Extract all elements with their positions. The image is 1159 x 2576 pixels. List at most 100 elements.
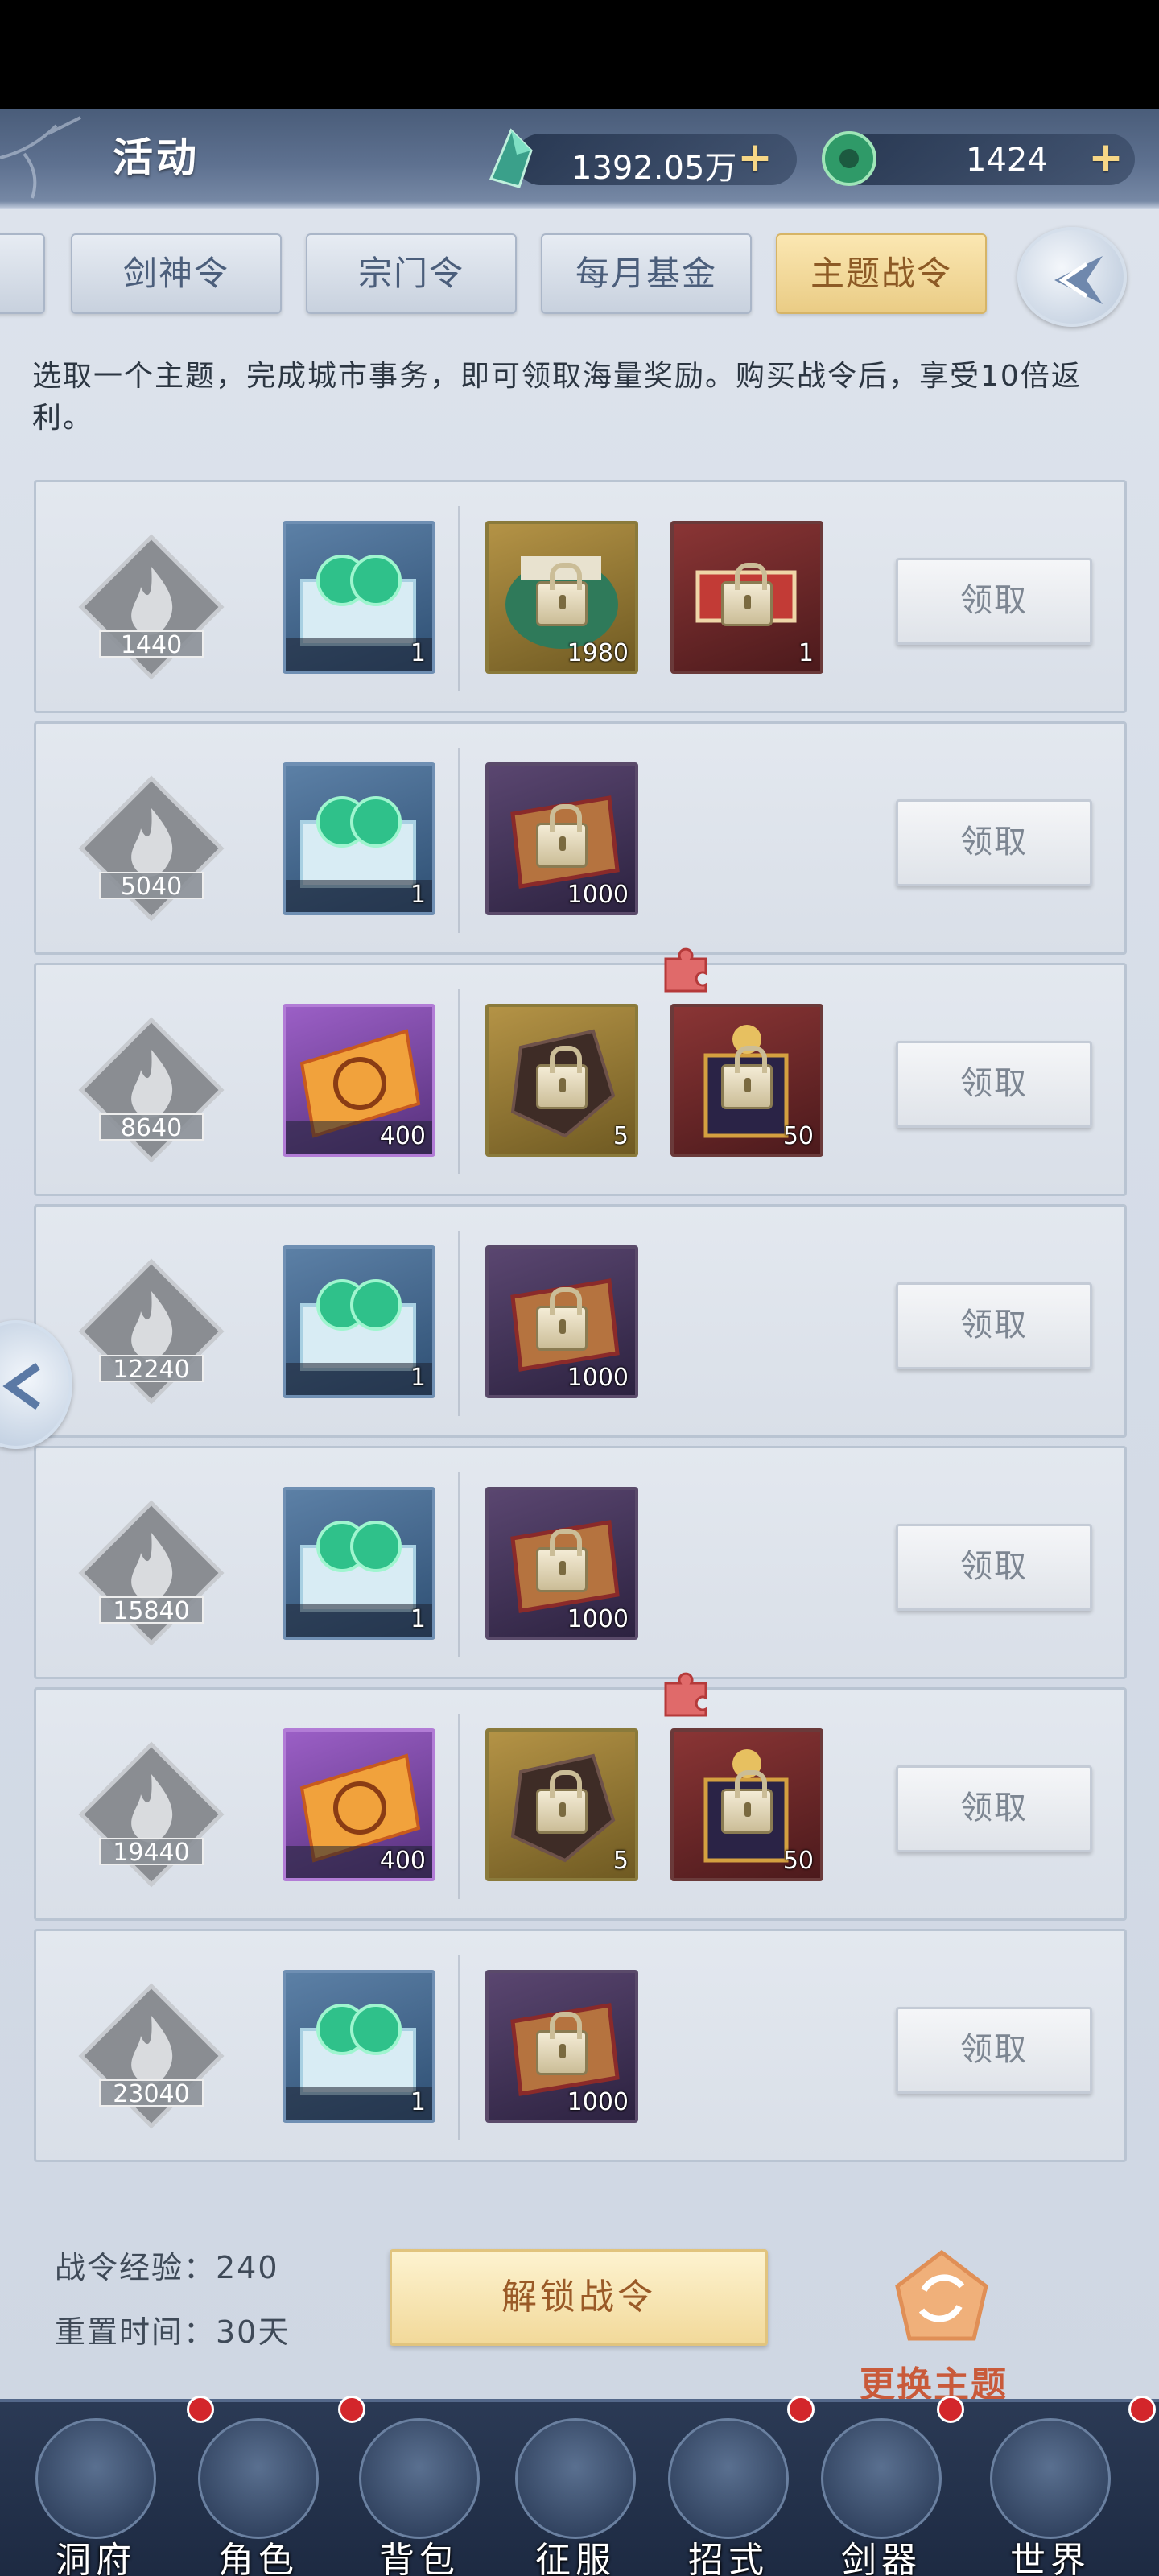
reward-item-free[interactable]: 400 [283, 1728, 435, 1881]
reward-item-premium[interactable]: 1000 [485, 1970, 638, 2123]
nav-label: 世界 [1010, 2540, 1091, 2576]
activity-panel: 剑神令 宗门令 每月基金 主题战令 选取一个主题，完成城市事务，即可领取海量奖励… [0, 209, 1159, 2399]
reward-row: 8640 400 5 50 领取 [34, 947, 1127, 1196]
jade-crystal-icon [489, 128, 533, 188]
exp-threshold-value: 5040 [99, 872, 204, 901]
flame-diamond-icon [78, 1741, 225, 1888]
header: 活动 1392.05万 + 1424 + [0, 109, 1159, 209]
switch-theme-icon[interactable] [885, 2246, 998, 2351]
divider [458, 1955, 460, 2140]
reward-item-premium[interactable]: 50 [670, 1004, 823, 1157]
flame-diamond-icon [78, 775, 225, 922]
exp-threshold-badge: 19440 [75, 1738, 228, 1891]
jade-ring-icon [822, 131, 876, 186]
reward-item-free[interactable]: 400 [283, 1004, 435, 1157]
nav-world[interactable]: 世界 [982, 2410, 1119, 2576]
nav-sword-weapon[interactable]: 剑器 [813, 2410, 950, 2576]
exp-threshold-value: 15840 [99, 1596, 204, 1625]
lock-icon [536, 804, 588, 868]
reward-item-premium[interactable]: 1000 [485, 1487, 638, 1640]
reward-item-premium[interactable]: 1000 [485, 1245, 638, 1398]
lock-icon [536, 1046, 588, 1109]
reward-item-free[interactable]: 1 [283, 1970, 435, 2123]
tab-bar: 剑神令 宗门令 每月基金 主题战令 [0, 227, 1159, 327]
lock-icon [536, 2012, 588, 2075]
exp-threshold-value: 23040 [99, 2079, 204, 2108]
reward-row: 12240 1 1000 领取 [34, 1204, 1127, 1438]
crossed-swords-icon [515, 2418, 636, 2539]
item-count: 1 [410, 2088, 426, 2116]
lock-icon [536, 1770, 588, 1834]
claim-button[interactable]: 领取 [896, 799, 1092, 886]
tab-previous-partial[interactable] [0, 233, 45, 314]
page-title: 活动 [113, 134, 200, 181]
exp-threshold-badge: 12240 [75, 1255, 228, 1408]
character-icon [198, 2418, 319, 2539]
claim-button[interactable]: 领取 [896, 2007, 1092, 2094]
item-count: 400 [379, 1122, 426, 1150]
add-jade-button[interactable]: + [732, 137, 777, 182]
reward-item-premium[interactable]: 50 [670, 1728, 823, 1881]
tab-sect-pass[interactable]: 宗门令 [306, 233, 517, 314]
reset-time-label: 重置时间：30天 [55, 2314, 291, 2350]
item-count: 50 [782, 1122, 814, 1150]
divider [458, 506, 460, 691]
nav-character[interactable]: 角色 [190, 2410, 327, 2576]
add-ring-button[interactable]: + [1083, 137, 1128, 182]
nav-label: 角色 [218, 2540, 299, 2576]
backpack-icon [359, 2418, 480, 2539]
reward-item-premium[interactable]: 5 [485, 1728, 638, 1881]
chevron-left-icon [2, 1362, 40, 1410]
nav-cave-mansion[interactable]: 洞府 [27, 2410, 164, 2576]
pass-exp-label: 战令经验：240 [55, 2250, 279, 2285]
nav-label: 剑器 [841, 2540, 922, 2576]
claim-button[interactable]: 领取 [896, 1282, 1092, 1369]
notification-dot [937, 2396, 964, 2423]
skill-scroll-icon [668, 2418, 789, 2539]
exp-threshold-badge: 5040 [75, 772, 228, 925]
divider [458, 1231, 460, 1416]
reward-item-free[interactable]: 1 [283, 762, 435, 915]
claim-button[interactable]: 领取 [896, 1524, 1092, 1611]
reward-item-premium[interactable]: 1 [670, 521, 823, 674]
tab-monthly-fund[interactable]: 每月基金 [541, 233, 752, 314]
reward-item-premium[interactable]: 1000 [485, 762, 638, 915]
item-count: 1000 [567, 881, 629, 909]
back-arrow-icon [1054, 256, 1103, 304]
nav-backpack[interactable]: 背包 [351, 2410, 488, 2576]
reward-item-premium[interactable]: 5 [485, 1004, 638, 1157]
item-count: 1 [410, 1364, 426, 1392]
lock-icon [721, 563, 773, 626]
exp-threshold-value: 8640 [99, 1113, 204, 1142]
lock-icon [721, 1770, 773, 1834]
claim-button[interactable]: 领取 [896, 1765, 1092, 1852]
lock-icon [536, 1287, 588, 1351]
tab-theme-pass[interactable]: 主题战令 [776, 233, 987, 314]
nav-conquest[interactable]: 征服 [507, 2410, 644, 2576]
reward-list[interactable]: 1440 1 1980 1 领取 5040 1 1000 领取 8640 400… [34, 480, 1127, 2162]
currency-ring-display: 1424 + [822, 131, 1135, 186]
claim-button[interactable]: 领取 [896, 558, 1092, 645]
divider [458, 989, 460, 1174]
reward-item-free[interactable]: 1 [283, 521, 435, 674]
item-count: 1 [410, 639, 426, 667]
switch-theme-label[interactable]: 更换主题 [860, 2355, 1008, 2399]
item-count: 5 [612, 1122, 629, 1150]
back-button[interactable] [1017, 227, 1127, 327]
item-count: 1 [410, 881, 426, 909]
nav-label: 招式 [688, 2540, 769, 2576]
exp-threshold-value: 1440 [99, 630, 204, 659]
notification-dot [187, 2396, 214, 2423]
lock-icon [536, 563, 588, 626]
unlock-pass-button[interactable]: 解锁战令 [390, 2249, 768, 2346]
reward-item-free[interactable]: 1 [283, 1245, 435, 1398]
claim-button[interactable]: 领取 [896, 1041, 1092, 1128]
reward-row: 19440 400 5 50 领取 [34, 1672, 1127, 1921]
tab-sword-god-pass[interactable]: 剑神令 [71, 233, 282, 314]
reward-item-premium[interactable]: 1980 [485, 521, 638, 674]
currency-jade-display: 1392.05万 + [489, 128, 797, 188]
nav-skills[interactable]: 招式 [660, 2410, 797, 2576]
currency-jade-value: 1392.05万 [571, 150, 737, 187]
reward-item-free[interactable]: 1 [283, 1487, 435, 1640]
cave-mansion-icon [35, 2418, 156, 2539]
